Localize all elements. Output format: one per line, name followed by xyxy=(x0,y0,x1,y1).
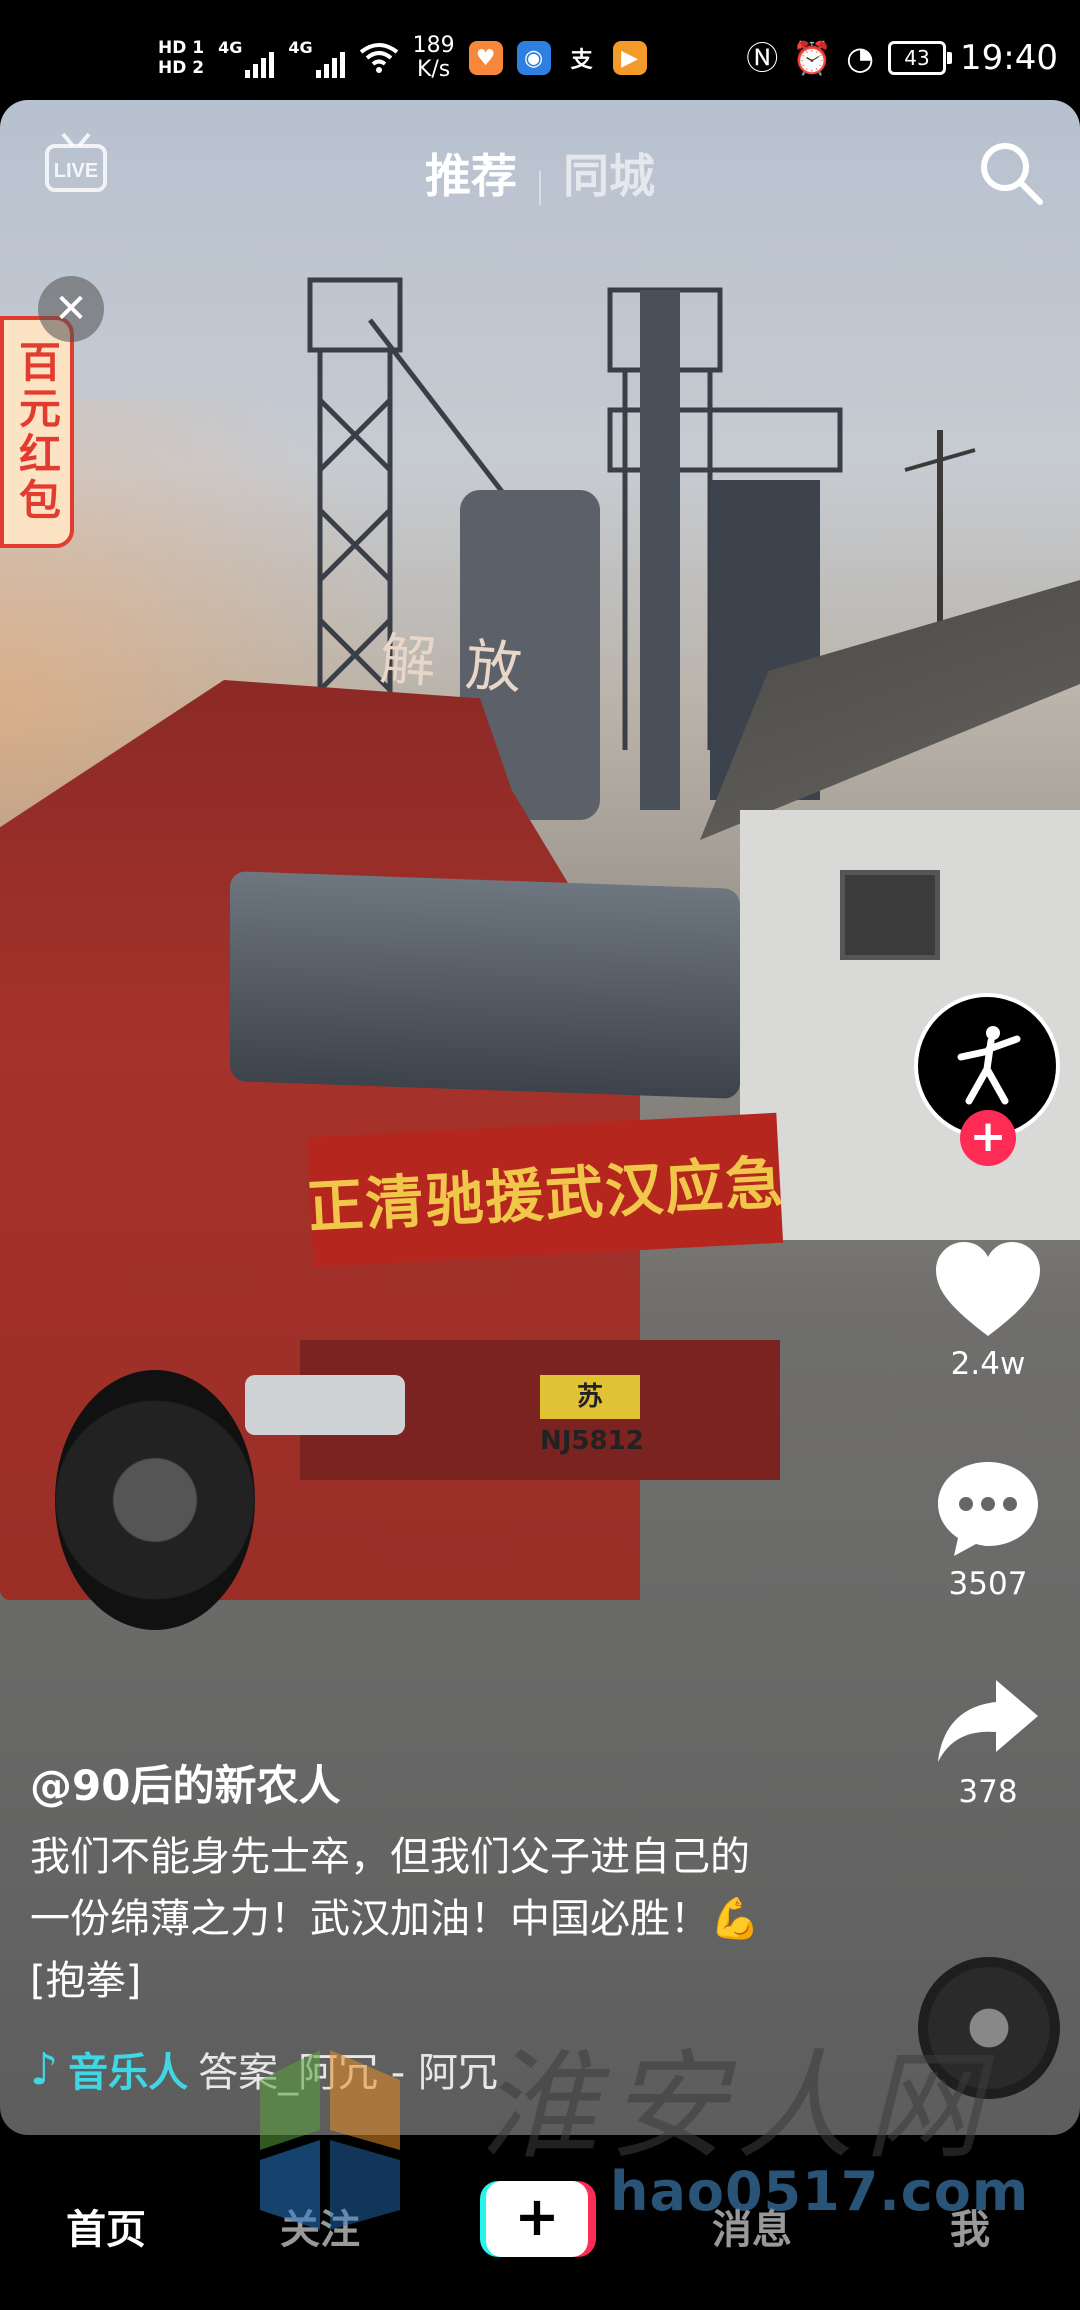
status-left: HD 1 HD 2 4G 4G 189 K/s ♥ ◉ 支 ▶ xyxy=(158,28,647,88)
music-title: 答案_阿冗 - 阿冗 xyxy=(198,2050,498,2096)
comment-count: 3507 xyxy=(948,1566,1028,1602)
nav-home[interactable]: 首页 xyxy=(66,2197,146,2255)
truck-wheel xyxy=(55,1370,255,1630)
red-packet-banner[interactable]: 百元红包 xyxy=(0,316,74,548)
speed-unit: K/s xyxy=(416,57,451,82)
battery-level: 43 xyxy=(904,46,930,70)
follow-button[interactable]: + xyxy=(960,1110,1016,1166)
video-description: 我们不能身先士卒，但我们父子进自己的一份绵薄之力！武汉加油！中国必胜！💪[抱拳] xyxy=(30,1834,760,2004)
wifi-icon xyxy=(359,43,398,73)
alipay-icon: 支 xyxy=(565,41,599,75)
browser-app-icon: ◉ xyxy=(516,41,551,75)
red-packet-label: 百元红包 xyxy=(12,340,62,524)
license-plate: 苏NJ5812 xyxy=(540,1375,644,1456)
network-type-2: 4G xyxy=(288,38,313,57)
comment-button[interactable]: 3507 xyxy=(920,1458,1056,1602)
status-bar: HD 1 HD 2 4G 4G 189 K/s ♥ ◉ 支 ▶ Ⓝ ⏰ ◔ 43 xyxy=(0,0,1080,100)
hd2-label: HD 2 xyxy=(158,58,205,78)
speedometer-icon: ◔ xyxy=(846,39,875,77)
battery-icon: 43 xyxy=(888,41,953,75)
plus-icon: + xyxy=(486,2181,588,2257)
truck-windshield xyxy=(230,871,740,1099)
music-artist: 音乐人 xyxy=(68,2050,189,2096)
tab-local[interactable]: 同城 xyxy=(541,140,677,206)
share-count: 378 xyxy=(958,1774,1018,1810)
truck-headlight xyxy=(245,1375,405,1435)
comment-icon xyxy=(938,1462,1038,1556)
network-type-1: 4G xyxy=(218,38,243,57)
video-app-icon: ▶ xyxy=(612,41,647,75)
alipay-glyph: 支 xyxy=(570,48,593,73)
alarm-icon: ⏰ xyxy=(792,39,833,77)
plate-text: 苏NJ5812 xyxy=(540,1382,644,1456)
signal-icon-2: 4G xyxy=(288,38,345,78)
music-disc-icon[interactable] xyxy=(918,1957,1060,2099)
clock: 19:40 xyxy=(960,38,1058,78)
speed-value: 189 xyxy=(412,33,455,58)
close-icon[interactable]: ✕ xyxy=(38,276,104,342)
bottom-nav: 首页 关注 + 消息 我 xyxy=(0,2135,1080,2310)
like-button[interactable]: 2.4w xyxy=(920,1240,1056,1382)
truck-banner: 建湖正清驰援武汉应急物资 xyxy=(306,1112,784,1268)
network-speed: 189 K/s xyxy=(413,34,455,82)
nav-messages[interactable]: 消息 xyxy=(712,2197,792,2255)
tab-recommend[interactable]: 推荐 xyxy=(403,140,539,206)
nav-following[interactable]: 关注 xyxy=(280,2197,360,2255)
nfc-icon: Ⓝ xyxy=(746,39,779,77)
nav-me[interactable]: 我 xyxy=(950,2197,990,2255)
heart-icon xyxy=(936,1242,1040,1336)
hd1-label: HD 1 xyxy=(158,38,205,58)
create-button[interactable]: + xyxy=(480,2181,596,2257)
music-note-icon: ♪ xyxy=(30,2043,59,2095)
hd-indicator: HD 1 HD 2 xyxy=(158,38,204,78)
status-right: Ⓝ ⏰ ◔ 43 19:40 xyxy=(746,30,1058,86)
top-tabs: 推荐 同城 xyxy=(0,140,1080,206)
signal-icon-1: 4G xyxy=(218,38,275,78)
search-icon[interactable] xyxy=(978,140,1044,206)
like-count: 2.4w xyxy=(950,1346,1026,1382)
share-icon xyxy=(938,1680,1038,1762)
author-handle[interactable]: @90后的新农人 xyxy=(30,1752,340,1813)
jumpman-logo-icon xyxy=(957,1026,1021,1105)
health-app-icon: ♥ xyxy=(468,41,503,75)
music-info[interactable]: ♪ 音乐人 答案_阿冗 - 阿冗 xyxy=(30,2040,498,2098)
share-button[interactable]: 378 xyxy=(920,1676,1056,1810)
banner-text: 建湖正清驰援武汉应急物资 xyxy=(306,1142,784,1248)
truck-brand: 解放 xyxy=(377,627,554,704)
